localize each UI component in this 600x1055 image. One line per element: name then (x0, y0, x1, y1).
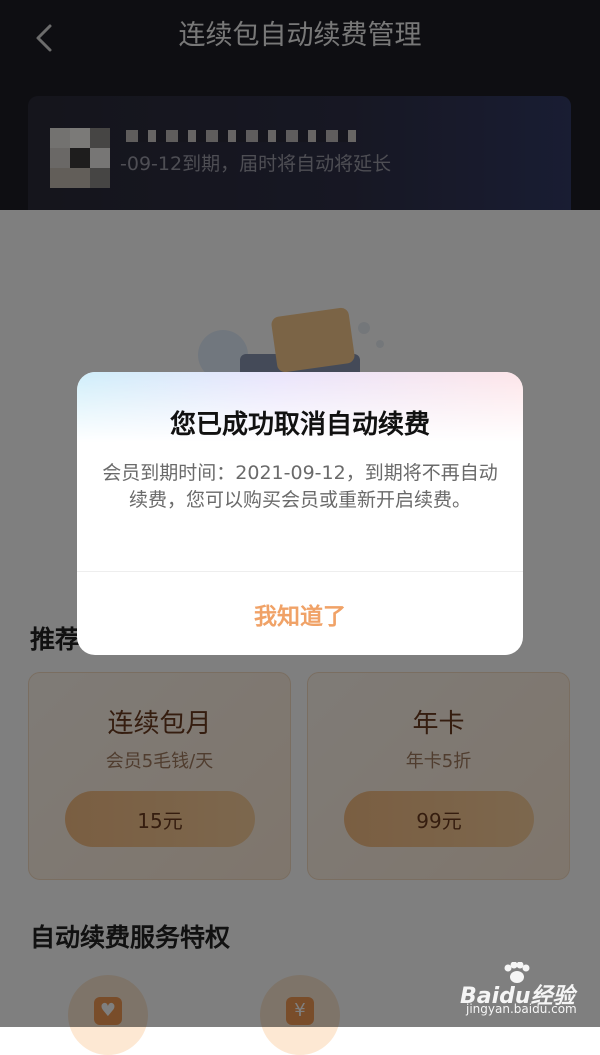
dialog-message: 会员到期时间：2021-09-12，到期将不再自动续费，您可以购买会员或重新开启… (102, 462, 498, 511)
baidu-watermark: Baidu经验 jingyan.baidu.com (460, 962, 590, 1017)
dialog-title: 您已成功取消自动续费 (169, 410, 430, 440)
got-it-button[interactable]: 我知道了 (77, 572, 523, 655)
watermark-url: jingyan.baidu.com (466, 1002, 577, 1016)
cancel-confirmation-dialog: 您已成功取消自动续费 会员到期时间：2021-09-12，到期将不再自动续费，您… (77, 372, 523, 655)
